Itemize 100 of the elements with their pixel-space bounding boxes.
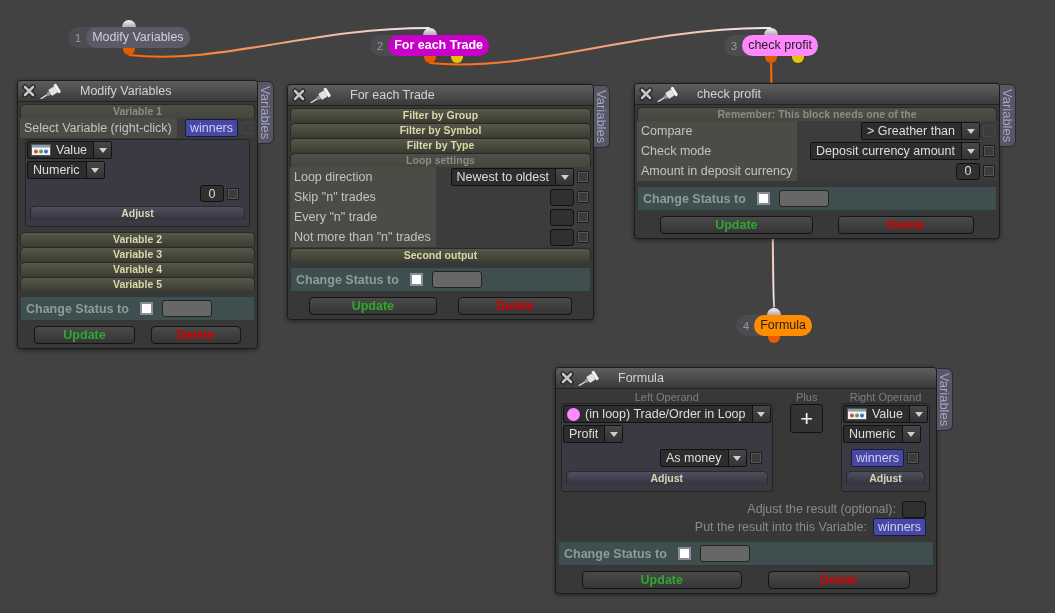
update-button[interactable]: Update	[659, 216, 813, 234]
checkbox[interactable]	[577, 231, 589, 243]
update-button[interactable]: Update	[308, 297, 437, 315]
block-node[interactable]: 3 check profit	[724, 35, 819, 56]
section-header[interactable]: Filter by Type	[290, 138, 591, 152]
update-button[interactable]: Update	[581, 571, 742, 589]
section-header[interactable]: Filter by Group	[290, 108, 591, 122]
field-label: Compare	[637, 121, 798, 141]
status-field[interactable]	[162, 300, 212, 317]
caret-icon[interactable]	[85, 162, 104, 178]
node-number: 4	[742, 319, 751, 332]
dropdown[interactable]: Profit	[563, 425, 624, 443]
variable-tag[interactable]: winners	[872, 518, 926, 536]
input-port-icon[interactable]	[767, 308, 781, 315]
operand-caption: Plus	[795, 392, 819, 403]
section-header[interactable]: Variable 2	[20, 232, 255, 246]
status-field[interactable]	[779, 190, 829, 207]
input-port-icon[interactable]	[764, 28, 778, 35]
node-label: Formula	[754, 315, 812, 336]
dropdown[interactable]: Numeric	[842, 425, 921, 443]
variables-tab[interactable]: Variables	[937, 368, 953, 432]
block-node[interactable]: 2 For each Trade	[370, 35, 490, 56]
close-icon[interactable]	[560, 371, 574, 385]
checkbox[interactable]	[749, 452, 762, 464]
block-node[interactable]: 1 Modify Variables	[68, 27, 190, 48]
output-port-icon[interactable]	[423, 56, 436, 63]
dropdown[interactable]: Numeric	[27, 161, 105, 179]
number-field[interactable]	[550, 228, 574, 246]
caret-icon[interactable]	[961, 143, 979, 159]
output-port-icon[interactable]	[768, 336, 780, 343]
input-port-icon[interactable]	[422, 28, 437, 35]
caret-icon[interactable]	[961, 123, 979, 139]
section-header[interactable]: Filter by Symbol	[290, 123, 591, 137]
number-field[interactable]: 0	[200, 185, 224, 202]
variables-tab[interactable]: Variables	[258, 81, 274, 145]
checkbox[interactable]	[907, 452, 919, 464]
checkbox[interactable]	[140, 302, 153, 315]
adjust-button[interactable]: Adjust	[30, 206, 245, 220]
status-field[interactable]	[700, 545, 750, 562]
checkbox[interactable]	[227, 187, 239, 200]
checkbox[interactable]	[410, 273, 423, 286]
number-field[interactable]	[550, 208, 574, 226]
checkbox[interactable]	[757, 192, 770, 205]
close-icon[interactable]	[292, 88, 306, 102]
caret-icon[interactable]	[901, 426, 920, 442]
caret-icon[interactable]	[909, 406, 927, 422]
operand-caption: Left Operand	[633, 392, 700, 403]
dropdown[interactable]: (in loop) Trade/Order in Loop	[563, 405, 771, 423]
number-field[interactable]: 0	[956, 162, 980, 180]
output-port-icon[interactable]	[765, 56, 777, 63]
section-header[interactable]: Variable 5	[20, 277, 255, 291]
checkbox[interactable]	[577, 191, 589, 203]
caret-icon[interactable]	[555, 169, 573, 185]
output-port-icon[interactable]	[450, 56, 463, 63]
node-number: 2	[376, 39, 385, 52]
status-field[interactable]	[432, 271, 482, 288]
checkbox[interactable]	[577, 171, 589, 183]
section-header[interactable]: Variable 3	[20, 247, 255, 261]
checkbox[interactable]	[983, 145, 995, 157]
close-icon[interactable]	[639, 87, 653, 101]
window-title: Modify Variables	[80, 84, 172, 98]
caret-icon[interactable]	[93, 142, 112, 158]
operator-button[interactable]: +	[790, 404, 824, 433]
update-button[interactable]: Update	[34, 326, 135, 344]
node-number: 1	[74, 31, 83, 44]
pin-icon[interactable]	[657, 86, 679, 102]
caret-icon[interactable]	[727, 450, 746, 466]
caret-icon[interactable]	[604, 426, 623, 442]
number-field[interactable]	[550, 188, 574, 206]
close-icon[interactable]	[22, 84, 36, 98]
variable-tag[interactable]: winners	[850, 449, 904, 467]
pin-icon[interactable]	[310, 87, 332, 103]
adjust-button[interactable]: Adjust	[845, 471, 925, 485]
adjust-button[interactable]: Adjust	[566, 471, 768, 485]
caret-icon[interactable]	[751, 406, 770, 422]
input-port-icon[interactable]	[121, 20, 136, 27]
section-header[interactable]: Variable 4	[20, 262, 255, 276]
operand-caption: Right Operand	[848, 392, 923, 403]
variables-tab[interactable]: Variables	[594, 85, 610, 149]
checkbox[interactable]	[983, 165, 995, 177]
dropdown[interactable]: Value	[27, 141, 113, 159]
dropdown[interactable]: > Greather than	[861, 122, 980, 140]
pin-icon[interactable]	[40, 83, 62, 99]
variables-tab[interactable]: Variables	[1000, 84, 1016, 148]
output-port-icon[interactable]	[792, 56, 804, 63]
node-label: For each Trade	[388, 35, 490, 56]
node-label: check profit	[742, 35, 819, 56]
dropdown[interactable]: Deposit currency amount	[810, 142, 980, 160]
dropdown[interactable]: As money	[659, 449, 747, 467]
dropdown[interactable]: Value	[842, 405, 928, 423]
pin-icon[interactable]	[578, 370, 600, 386]
card-icon	[846, 408, 867, 420]
output-port-icon[interactable]	[122, 48, 135, 55]
variable-tag[interactable]: winners	[184, 119, 238, 137]
checkbox[interactable]	[577, 211, 589, 223]
block-node[interactable]: 4 Formula	[736, 315, 812, 336]
checkbox[interactable]	[678, 547, 691, 560]
number-field[interactable]	[902, 500, 926, 518]
section-header[interactable]: Second output	[290, 248, 591, 262]
dropdown[interactable]: Newest to oldest	[450, 168, 574, 186]
